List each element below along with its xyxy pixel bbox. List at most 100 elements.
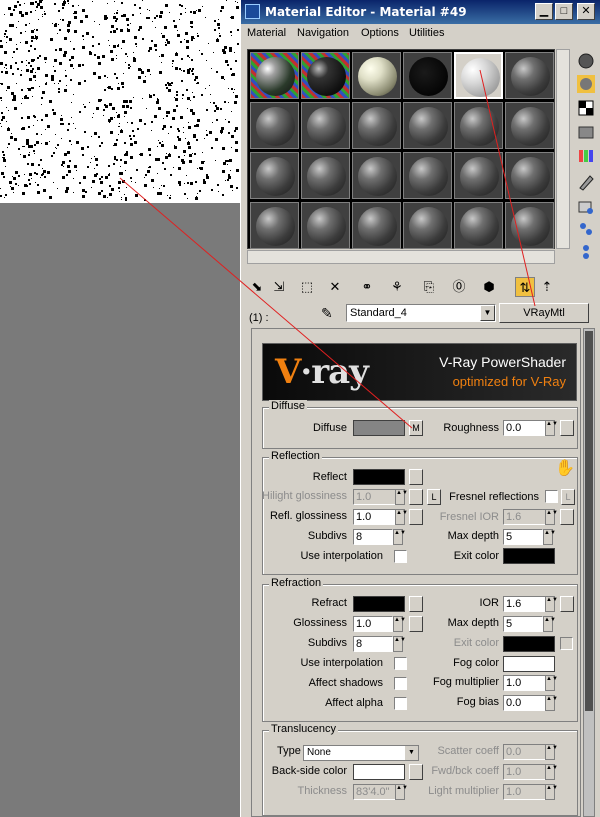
make-unique-icon[interactable]: ⚭ [357, 277, 377, 297]
material-slot[interactable] [403, 202, 452, 249]
tiling-icon[interactable] [577, 123, 595, 141]
show-end-result-icon[interactable]: ⬢ [479, 277, 499, 297]
material-name-field[interactable]: Standard_4 ▼ [346, 304, 496, 322]
hilight-lock-button[interactable]: L [427, 489, 441, 505]
refr-exit-color-swatch[interactable] [503, 636, 555, 652]
rollout-scrollbar-thumb[interactable] [585, 331, 593, 711]
fresnel-reflections-checkbox[interactable] [545, 490, 558, 503]
material-slot[interactable] [454, 102, 503, 149]
refr-subdivs-input[interactable]: 8 [353, 636, 393, 652]
glossiness-spinner[interactable]: ▲▼ [393, 616, 406, 632]
material-slot[interactable] [250, 102, 299, 149]
material-slot[interactable] [454, 202, 503, 249]
maximize-button[interactable]: □ [555, 3, 573, 20]
assign-material-icon[interactable]: ⬚ [297, 277, 317, 297]
light-multiplier-spinner[interactable]: ▲▼ [545, 784, 558, 800]
material-slot[interactable] [505, 52, 554, 99]
fog-multiplier-spinner[interactable]: ▲▼ [545, 675, 558, 691]
max-depth-spinner[interactable]: ▲▼ [543, 529, 556, 545]
material-slot[interactable] [352, 102, 401, 149]
max-depth-input[interactable]: 5 [503, 529, 543, 545]
refl-glossiness-map-button[interactable] [409, 509, 423, 525]
reflect-map-button[interactable] [409, 469, 423, 485]
chevron-down-icon[interactable]: ▼ [480, 305, 495, 321]
title-bar[interactable]: Material Editor - Material #49 ▁ □ ✕ [241, 0, 600, 24]
material-slot[interactable] [301, 152, 350, 199]
glossiness-input[interactable]: 1.0 [353, 616, 393, 632]
hilight-glossiness-map-button[interactable] [409, 489, 423, 505]
get-material-icon[interactable]: ⬊ [247, 277, 267, 297]
thickness-spinner[interactable]: ▲▼ [395, 784, 408, 800]
scatter-coeff-spinner[interactable]: ▲▼ [545, 744, 558, 760]
background-icon[interactable] [577, 99, 595, 117]
reflect-color-swatch[interactable] [353, 469, 405, 485]
back-side-map-button[interactable] [409, 764, 423, 780]
affect-shadows-checkbox[interactable] [394, 677, 407, 690]
options-icon[interactable] [577, 198, 595, 216]
material-slot[interactable] [301, 102, 350, 149]
select-by-material-icon[interactable] [577, 220, 595, 238]
refr-max-depth-input[interactable]: 5 [503, 616, 543, 632]
refr-subdivs-spinner[interactable]: ▲▼ [393, 636, 406, 652]
material-slot[interactable] [505, 202, 554, 249]
slots-vertical-scrollbar[interactable] [556, 49, 570, 249]
backlight-icon[interactable] [577, 75, 595, 93]
show-map-icon[interactable]: ⓪ [449, 277, 469, 297]
pick-material-icon[interactable]: ✎ [321, 305, 333, 322]
material-slot[interactable] [403, 102, 452, 149]
fog-bias-spinner[interactable]: ▲▼ [545, 695, 558, 711]
exit-color-swatch[interactable] [503, 548, 555, 564]
diffuse-map-button[interactable]: M [409, 420, 423, 436]
material-map-navigator-icon[interactable] [577, 243, 595, 261]
rollout-scrollbar[interactable] [583, 328, 595, 817]
material-slot[interactable] [250, 152, 299, 199]
put-to-scene-icon[interactable]: ⇲ [269, 277, 289, 297]
video-color-check-icon[interactable] [577, 147, 595, 165]
subdivs-spinner[interactable]: ▲▼ [393, 529, 406, 545]
refract-color-swatch[interactable] [353, 596, 405, 612]
minimize-button[interactable]: ▁ [535, 3, 553, 20]
affect-alpha-checkbox[interactable] [394, 697, 407, 710]
subdivs-input[interactable]: 8 [353, 529, 393, 545]
close-button[interactable]: ✕ [577, 3, 595, 20]
go-forward-sibling-icon[interactable]: ⇡ [537, 277, 557, 297]
material-slot[interactable] [403, 52, 452, 99]
reset-map-icon[interactable]: ✕ [325, 277, 345, 297]
menu-material[interactable]: Material [247, 27, 286, 39]
diffuse-color-swatch[interactable] [353, 420, 405, 436]
roughness-map-button[interactable] [560, 420, 574, 436]
refr-max-depth-spinner[interactable]: ▲▼ [543, 616, 556, 632]
refr-exit-color-checkbox[interactable] [560, 637, 573, 650]
material-id-icon[interactable]: ⎘ [419, 277, 439, 297]
material-slot[interactable] [250, 202, 299, 249]
material-slot[interactable] [352, 52, 401, 99]
fresnel-lock-button[interactable]: L [561, 489, 575, 505]
fresnel-ior-spinner[interactable]: ▲▼ [545, 509, 558, 525]
hilight-glossiness-spinner[interactable]: ▲▼ [395, 489, 408, 505]
fwd-bck-coeff-spinner[interactable]: ▲▼ [545, 764, 558, 780]
roughness-spinner[interactable]: ▲▼ [545, 420, 558, 436]
refl-glossiness-spinner[interactable]: ▲▼ [395, 509, 408, 525]
slots-horizontal-scrollbar[interactable] [247, 250, 555, 264]
material-slot[interactable] [505, 102, 554, 149]
material-slot[interactable] [403, 152, 452, 199]
material-slot[interactable] [250, 52, 299, 99]
menu-utilities[interactable]: Utilities [409, 27, 444, 39]
ior-spinner[interactable]: ▲▼ [545, 596, 558, 612]
material-slot[interactable] [454, 152, 503, 199]
refr-use-interpolation-checkbox[interactable] [394, 657, 407, 670]
use-interpolation-checkbox[interactable] [394, 550, 407, 563]
fresnel-ior-map-button[interactable] [560, 509, 574, 525]
fog-color-swatch[interactable] [503, 656, 555, 672]
put-to-library-icon[interactable]: ⚘ [387, 277, 407, 297]
material-slot[interactable] [352, 152, 401, 199]
glossiness-map-button[interactable] [409, 616, 423, 632]
sample-type-icon[interactable] [577, 52, 595, 70]
material-slot[interactable] [352, 202, 401, 249]
material-slot[interactable] [505, 152, 554, 199]
material-type-button[interactable]: VRayMtl [499, 303, 589, 323]
make-preview-icon[interactable] [577, 173, 595, 191]
material-slot[interactable] [454, 52, 503, 99]
material-slot[interactable] [301, 202, 350, 249]
ior-map-button[interactable] [560, 596, 574, 612]
